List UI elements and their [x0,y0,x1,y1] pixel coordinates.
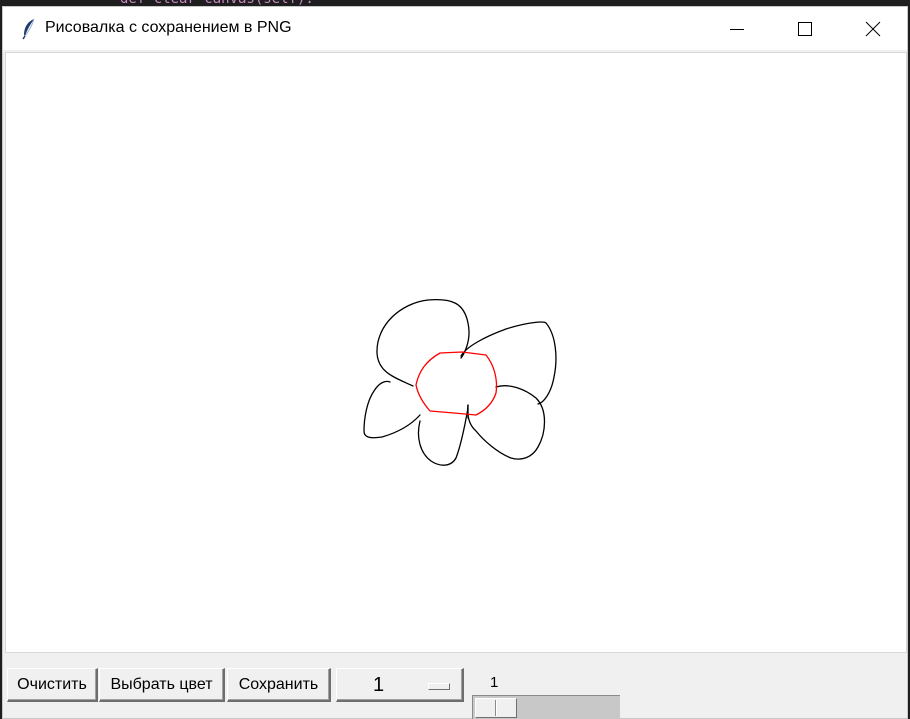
minimize-icon [730,28,744,30]
petal-top-left [376,298,470,387]
window-title: Рисовалка с сохранением в PNG [45,19,292,36]
title-bar[interactable]: Рисовалка с сохранением в PNG [3,7,907,50]
scale-slider-handle[interactable] [475,698,517,718]
minimize-button[interactable] [702,7,772,50]
app-window: Рисовалка с сохранением в PNG Очистить В… [2,6,908,719]
close-button[interactable] [838,7,908,50]
petal-right [467,385,546,460]
petal-top-right [460,321,557,405]
maximize-button[interactable] [770,7,840,50]
feather-icon [21,18,37,40]
option-menu-indicator-icon [428,683,450,690]
choose-color-button[interactable]: Выбрать цвет [99,668,225,702]
brush-size-menu[interactable]: 1 [336,668,464,702]
scale-value-label: 1 [490,674,499,691]
brush-size-value: 1 [373,674,385,696]
petal-bottom [417,407,469,466]
brush-width-scale[interactable] [472,695,620,719]
close-icon [865,21,881,36]
save-button[interactable]: Сохранить [227,668,331,702]
clear-button[interactable]: Очистить [7,668,98,702]
toolbar: Очистить Выбрать цвет Сохранить 1 1 [3,662,907,719]
drawing-canvas[interactable] [5,52,907,653]
drawing-svg [363,298,557,466]
petal-left [363,380,421,439]
maximize-icon [798,21,812,36]
flower-center [415,351,498,416]
